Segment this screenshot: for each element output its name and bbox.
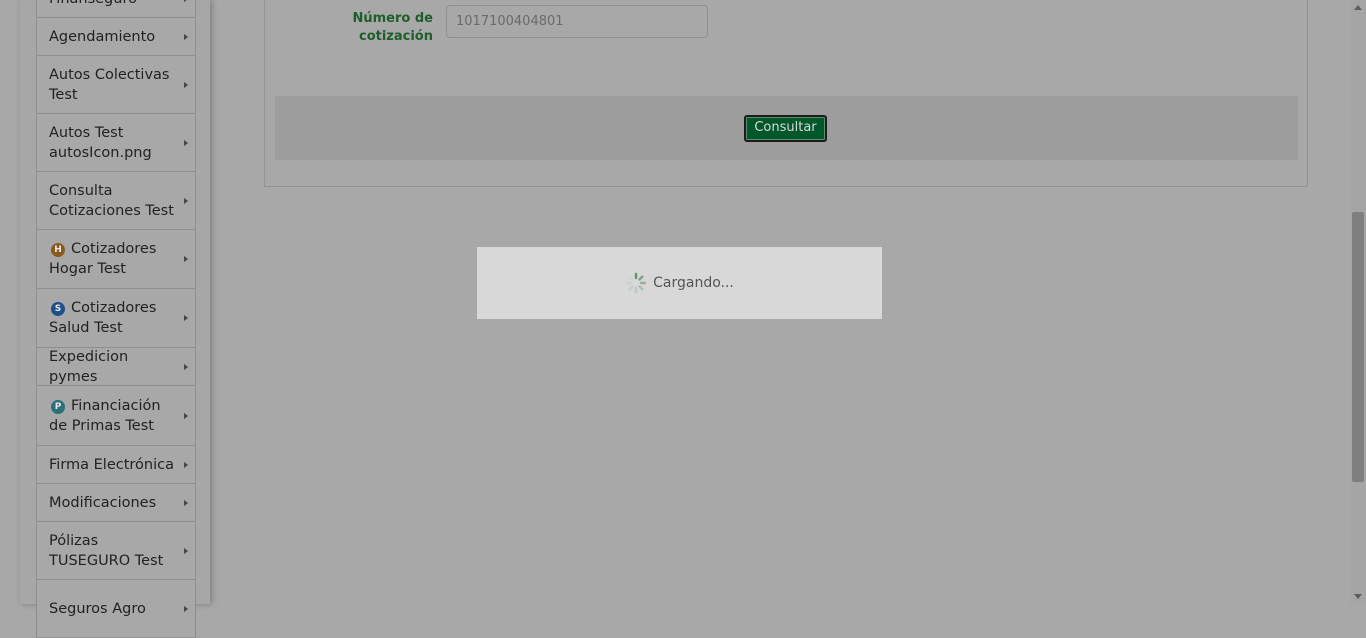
sidebar-item[interactable]: Autos Colectivas Test — [37, 56, 195, 114]
submenu-arrow-icon — [184, 197, 188, 204]
submenu-arrow-icon — [184, 605, 188, 612]
submenu-arrow-icon — [184, 315, 188, 321]
sidebar-item-text: Pólizas TUSEGURO Test — [49, 532, 164, 569]
sidebar-item[interactable]: Finanseguro — [37, 0, 195, 18]
sidebar-item-text: Financiación de Primas Test — [49, 397, 161, 434]
sidebar-item-label: Consulta Cotizaciones Test — [49, 181, 177, 221]
sidebar-item-text: Autos Colectivas Test — [49, 66, 170, 103]
submenu-arrow-icon — [184, 363, 188, 370]
sidebar-item[interactable]: Pólizas TUSEGURO Test — [37, 522, 195, 580]
submenu-arrow-icon — [184, 547, 188, 554]
sidebar-item-text: Consulta Cotizaciones Test — [49, 182, 174, 219]
module-badge-icon: S — [51, 302, 65, 316]
sidebar-item[interactable]: Expedicion pymes — [37, 348, 195, 386]
submenu-arrow-icon — [184, 499, 188, 506]
sidebar-item-text: Agendamiento — [49, 28, 156, 45]
sidebar-item-label: Expedicion pymes — [49, 347, 177, 387]
sidebar-item-text: Cotizadores Hogar Test — [49, 241, 157, 277]
scroll-up-arrow-icon[interactable] — [1354, 5, 1362, 10]
sidebar-item[interactable]: Seguros Agro — [37, 580, 195, 638]
sidebar-item[interactable]: Firma Electrónica — [37, 446, 195, 484]
sidebar-item-label: Autos Test autosIcon.png — [49, 123, 177, 163]
sidebar-item[interactable]: Agendamiento — [37, 18, 195, 56]
loading-overlay: Cargando... — [477, 247, 882, 319]
sidebar-item-text: Seguros Agro — [49, 600, 146, 617]
sidebar-item[interactable]: S Cotizadores Salud Test — [37, 289, 195, 348]
submenu-arrow-icon — [184, 33, 188, 40]
sidebar-item-label: Autos Colectivas Test — [49, 65, 177, 105]
sidebar-item-text: Cotizadores Salud Test — [49, 300, 157, 336]
sidebar-item[interactable]: Consulta Cotizaciones Test — [37, 172, 195, 230]
sidebar-item-text: Autos Test autosIcon.png — [49, 124, 152, 161]
sidebar-menu: Finanseguro Agendamiento Autos Colectivas … — [36, 0, 196, 638]
loading-text: Cargando... — [653, 275, 734, 291]
sidebar-item-text: Expedicion pymes — [49, 348, 129, 385]
sidebar-item-label: Pólizas TUSEGURO Test — [49, 531, 177, 571]
sidebar-item-label: P Financiación de Primas Test — [49, 396, 177, 436]
sidebar-item-label: S Cotizadores Salud Test — [49, 298, 177, 338]
submenu-arrow-icon — [184, 256, 188, 262]
sidebar-item[interactable]: P Financiación de Primas Test — [37, 386, 195, 446]
module-badge-icon: H — [51, 243, 65, 257]
spinner-icon — [625, 272, 647, 294]
module-badge-icon: P — [51, 399, 65, 414]
sidebar-item[interactable]: Modificaciones — [37, 484, 195, 522]
submenu-arrow-icon — [184, 139, 188, 146]
quote-number-input[interactable] — [446, 5, 708, 38]
sidebar-item-label: Firma Electrónica — [49, 455, 174, 475]
quote-number-label: Número de cotización — [352, 11, 434, 44]
sidebar-item-label: Seguros Agro — [49, 599, 146, 619]
submenu-arrow-icon — [184, 461, 188, 468]
sidebar-item-label: Modificaciones — [49, 493, 156, 513]
sidebar-item-label: H Cotizadores Hogar Test — [49, 239, 177, 279]
sidebar-item[interactable]: H Cotizadores Hogar Test — [37, 230, 195, 289]
submenu-arrow-icon — [184, 81, 188, 88]
sidebar-item[interactable]: Autos Test autosIcon.png — [37, 114, 195, 172]
consult-button[interactable]: Consultar — [744, 115, 827, 142]
sidebar-item-label: Agendamiento — [49, 27, 155, 47]
scroll-down-arrow-icon[interactable] — [1354, 594, 1362, 599]
sidebar-item-label: Finanseguro — [49, 0, 137, 9]
scroll-thumb[interactable] — [1352, 212, 1364, 482]
vertical-scrollbar[interactable] — [1350, 0, 1366, 604]
sidebar-item-text: Firma Electrónica — [49, 456, 174, 473]
sidebar-item-text: Modificaciones — [49, 494, 157, 511]
sidebar-item-text: Finanseguro — [49, 0, 137, 7]
submenu-arrow-icon — [184, 412, 188, 419]
submenu-arrow-icon — [184, 0, 188, 2]
